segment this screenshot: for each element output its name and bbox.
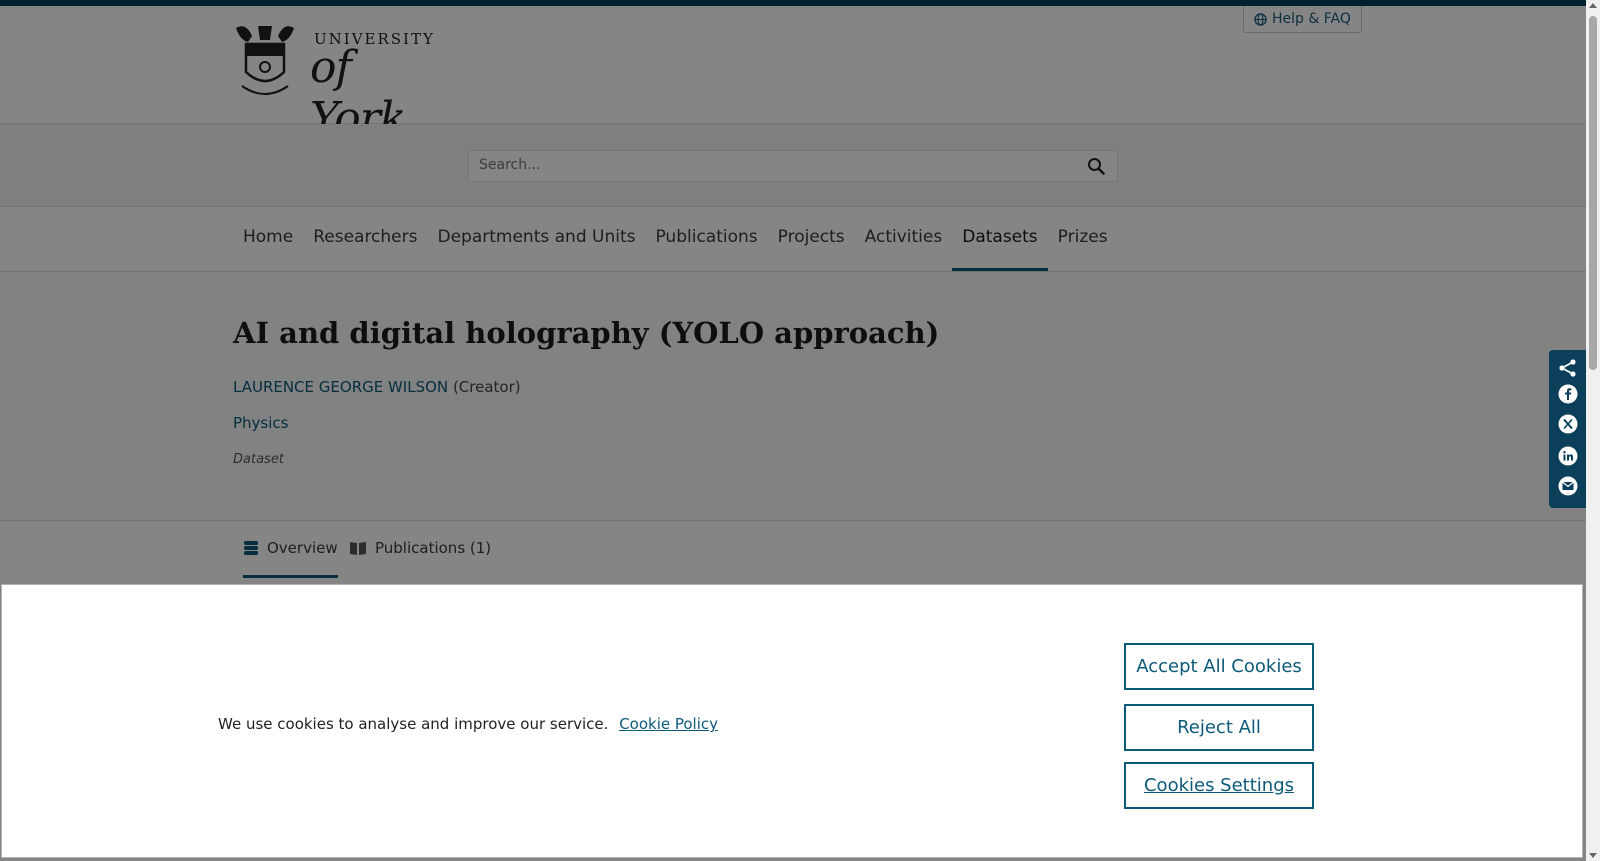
cookie-banner: We use cookies to analyse and improve ou… <box>1 584 1583 858</box>
scroll-up-arrow[interactable] <box>1589 3 1597 8</box>
reject-all-button[interactable]: Reject All <box>1124 704 1314 751</box>
scroll-down-arrow[interactable] <box>1589 853 1597 858</box>
accept-all-cookies-button[interactable]: Accept All Cookies <box>1124 643 1314 690</box>
cookie-message: We use cookies to analyse and improve ou… <box>218 715 718 733</box>
x-twitter-icon[interactable] <box>1558 414 1578 434</box>
share-icon[interactable] <box>1558 358 1578 378</box>
facebook-icon[interactable] <box>1558 384 1578 404</box>
share-sidebar <box>1549 350 1586 508</box>
linkedin-icon[interactable] <box>1558 446 1578 466</box>
cookies-settings-button[interactable]: Cookies Settings <box>1124 762 1314 809</box>
page-scrollbar[interactable] <box>1586 0 1600 861</box>
cookie-message-text: We use cookies to analyse and improve ou… <box>218 715 609 733</box>
cookie-policy-link[interactable]: Cookie Policy <box>619 715 718 733</box>
scroll-thumb[interactable] <box>1589 16 1597 370</box>
email-icon[interactable] <box>1558 476 1578 496</box>
